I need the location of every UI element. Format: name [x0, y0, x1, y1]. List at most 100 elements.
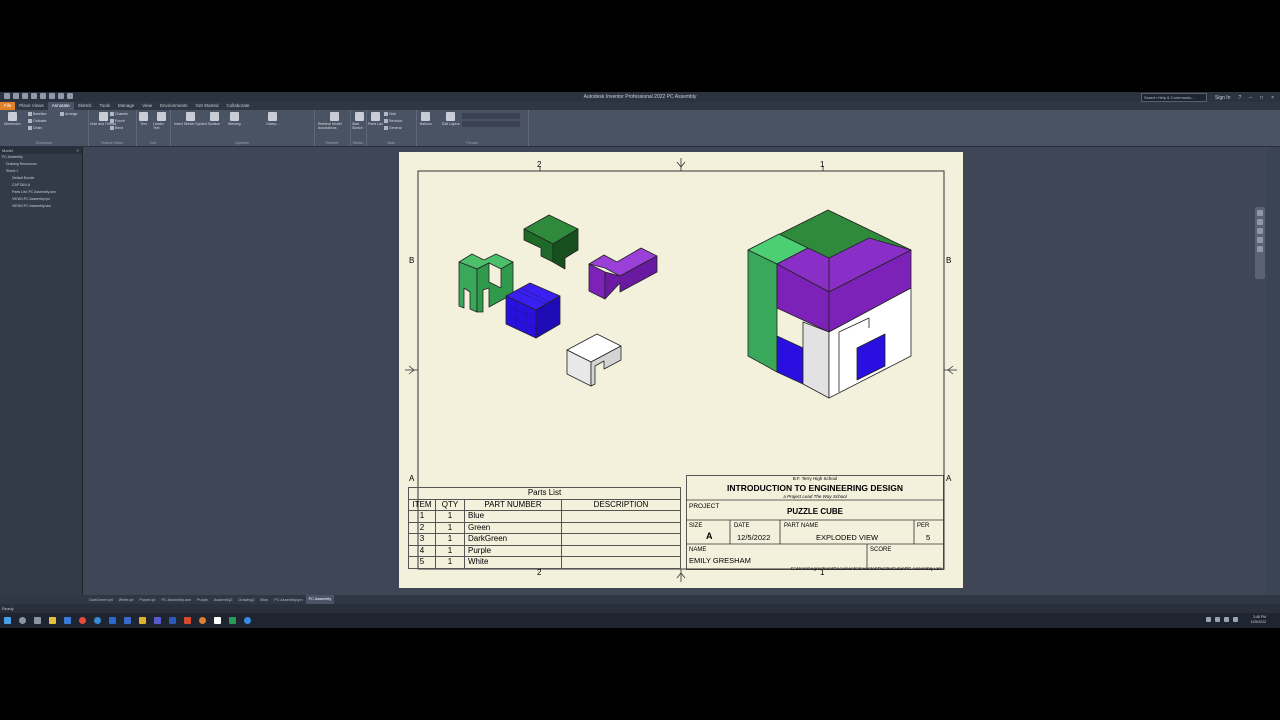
tab-sketch[interactable]: Sketch	[74, 102, 96, 110]
arrange-button[interactable]: Arrange	[60, 112, 77, 116]
status-text: Ready	[2, 606, 14, 611]
exploded-view[interactable]	[458, 214, 658, 387]
search-input[interactable]: Search Help & Commands...	[1140, 93, 1207, 102]
powerpoint-icon[interactable]	[184, 617, 191, 624]
outlook-icon[interactable]	[124, 617, 131, 624]
maximize-button[interactable]: □	[1260, 95, 1263, 101]
chevron-up-icon[interactable]	[1206, 617, 1211, 622]
taskbar-clock[interactable]: 3:48 PM 12/5/2022	[1250, 615, 1266, 625]
browser-menu-icon[interactable]: ≡	[77, 147, 79, 154]
table-row[interactable]: 5 1 White	[408, 556, 681, 569]
store-icon[interactable]	[109, 617, 116, 624]
tree-item-title-block[interactable]: CAPTAIN A	[0, 182, 82, 189]
doc-tab[interactable]: Blue	[258, 598, 272, 602]
firefox-icon[interactable]	[199, 617, 206, 624]
table-row[interactable]: 2 1 Green	[408, 521, 681, 534]
general-table-button[interactable]: General	[384, 126, 401, 130]
ordinate-icon	[28, 119, 32, 123]
tab-place-views[interactable]: Place Views	[15, 102, 47, 110]
doc-tab[interactable]: Purple.ipt	[136, 598, 158, 602]
doc-tab[interactable]: Drawing2	[236, 598, 258, 602]
doc-tab[interactable]: PC Assembly.ipn	[271, 598, 305, 602]
ordinate-button[interactable]: Ordinate	[28, 119, 46, 123]
close-button[interactable]: ×	[1271, 95, 1274, 101]
inventor-icon[interactable]	[139, 617, 146, 624]
cloud-icon[interactable]	[1215, 617, 1220, 622]
tree-item-drawing-resources[interactable]: Drawing Resources	[0, 161, 82, 168]
leader-text-button[interactable]: Leader Text	[153, 112, 170, 130]
tab-tools[interactable]: Tools	[95, 102, 114, 110]
edit-layers-button[interactable]: Edit Layers	[442, 112, 460, 126]
tab-collaborate[interactable]: Collaborate	[222, 102, 253, 110]
tree-item-view2[interactable]: VIEW2:PC Assembly.iam	[0, 203, 82, 210]
search-icon[interactable]	[19, 617, 26, 624]
help-icon[interactable]: ?	[1238, 95, 1241, 101]
table-row[interactable]: 4 1 Purple	[408, 544, 681, 557]
bend-button[interactable]: Bend	[110, 126, 123, 130]
dimension-button[interactable]: Dimension	[4, 112, 21, 126]
table-row[interactable]: 1 1 Blue	[408, 510, 681, 523]
text-button[interactable]: Text	[139, 112, 148, 126]
tree-item-root[interactable]: PC Assembly	[0, 154, 82, 161]
retrieve-annotations-button[interactable]: Retrieve Model Annotations	[318, 112, 350, 130]
start-icon[interactable]	[4, 617, 11, 624]
browser-tab-model[interactable]: Model	[2, 147, 13, 154]
doc-tab[interactable]: Assembly2	[211, 598, 236, 602]
tab-annotate[interactable]: Annotate	[47, 102, 74, 110]
baseline-button[interactable]: Baseline	[28, 112, 46, 116]
doc-tab[interactable]: White.ipt	[116, 598, 137, 602]
assembled-view[interactable]	[747, 209, 912, 399]
doc-tab[interactable]: PC Assembly.iam	[158, 598, 193, 602]
surface-button[interactable]: Surface	[208, 112, 220, 126]
doc-tab[interactable]: Purple	[194, 598, 211, 602]
caterpillar-button[interactable]: Caterp...	[266, 112, 279, 126]
revit-icon[interactable]	[214, 617, 221, 624]
punch-button[interactable]: Punch	[110, 119, 125, 123]
tree-item-parts-list[interactable]: Parts List: PC Assembly.iam	[0, 189, 82, 196]
look-at-icon[interactable]	[1257, 246, 1263, 252]
tab-environments[interactable]: Environments	[156, 102, 192, 110]
hole-table-button[interactable]: Hole	[384, 112, 396, 116]
zoom-icon[interactable]	[1257, 228, 1263, 234]
minimize-button[interactable]: –	[1249, 95, 1252, 101]
table-row[interactable]: 3 1 DarkGreen	[408, 533, 681, 546]
volume-icon[interactable]	[1233, 617, 1238, 622]
start-sketch-button[interactable]: Start Sketch	[352, 112, 366, 130]
tab-view[interactable]: View	[138, 102, 156, 110]
tab-manage[interactable]: Manage	[114, 102, 138, 110]
orbit-icon[interactable]	[1257, 237, 1263, 243]
chain-button[interactable]: Chain	[28, 126, 42, 130]
welding-button[interactable]: Welding	[228, 112, 241, 126]
insert-sketch-symbol-button[interactable]: Insert Sketch Symbol	[174, 112, 207, 126]
doc-tab-active[interactable]: PC Assembly	[305, 595, 335, 604]
layer-dropdown[interactable]	[462, 121, 520, 127]
tree-item-border[interactable]: Default Border	[0, 175, 82, 182]
sign-in-link[interactable]: Sign In	[1215, 95, 1231, 101]
edge-icon[interactable]	[94, 617, 101, 624]
chamfer-button[interactable]: Chamfer	[110, 112, 128, 116]
chrome-icon[interactable]	[79, 617, 86, 624]
file-explorer-icon[interactable]	[49, 617, 56, 624]
doc-tab[interactable]: DarkGreen.ipt	[86, 598, 116, 602]
full-navigation-wheel-icon[interactable]	[1257, 210, 1263, 216]
revision-table-button[interactable]: Revision	[384, 119, 402, 123]
tab-file[interactable]: File	[0, 102, 16, 110]
tree-item-sheet[interactable]: Sheet:1	[0, 168, 82, 175]
teams-icon[interactable]	[154, 617, 161, 624]
pan-icon[interactable]	[1257, 219, 1263, 225]
school-name: B.F. Terry High School	[792, 476, 838, 481]
style-dropdown[interactable]	[462, 113, 520, 119]
mail-icon[interactable]	[64, 617, 71, 624]
zoom-app-icon[interactable]	[244, 617, 251, 624]
excel-icon[interactable]	[229, 617, 236, 624]
network-icon[interactable]	[1224, 617, 1229, 622]
parts-list-button[interactable]: Parts List	[368, 112, 383, 126]
balloon-button[interactable]: Balloon	[420, 112, 432, 126]
word-icon[interactable]	[169, 617, 176, 624]
task-view-icon[interactable]	[34, 617, 41, 624]
graphics-window[interactable]: 2 1 2 1 B B A A Parts List ITEM QTY PART…	[83, 147, 1267, 599]
drawing-sheet[interactable]: 2 1 2 1 B B A A Parts List ITEM QTY PART…	[399, 152, 963, 588]
tree-item-view1[interactable]: VIEW1:PC Assembly.ipn	[0, 196, 82, 203]
tab-get-started[interactable]: Get Started	[191, 102, 222, 110]
parts-list-table[interactable]: Parts List ITEM QTY PART NUMBER DESCRIPT…	[408, 487, 681, 569]
